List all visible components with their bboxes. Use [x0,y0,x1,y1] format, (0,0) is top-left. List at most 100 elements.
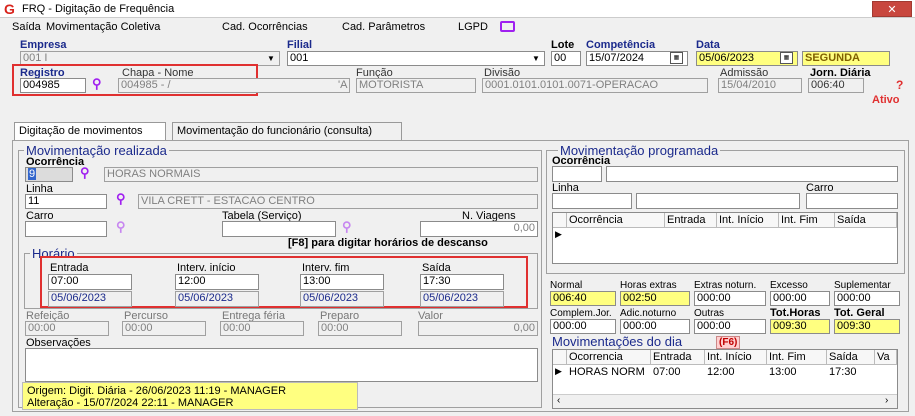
grid-header: Int. Fim [779,213,835,228]
interv-fim-time-field[interactable]: 13:00 [300,274,384,290]
calendar-icon[interactable]: ▦ [780,52,793,64]
search-icon[interactable]: ⚲ [116,191,126,207]
normal-field: 006:40 [550,291,616,306]
row-pointer-icon: ▶ [555,229,562,239]
prog-ocorrencia-code [552,166,602,182]
f6-badge: (F6) [716,336,741,349]
tot-geral-label: Tot. Geral [834,307,885,319]
valor-field[interactable]: 0,00 [418,321,538,336]
tot-horas-field: 009:30 [770,319,830,334]
dia-grid[interactable]: Ocorrencia Entrada Int. Início Int. Fim … [552,349,898,409]
prog-carro-field [806,193,898,209]
data-label: Data [696,39,720,51]
ocorrencia-desc-field: HORAS NORMAIS [104,167,538,182]
tab-digitacao[interactable]: Digitação de movimentos [14,122,166,140]
entrada-label: Entrada [50,262,89,274]
interv-inicio-label: Interv. início [177,262,236,274]
horizontal-scrollbar[interactable]: ‹ › [553,394,897,408]
grid-corner [553,350,567,365]
chapa-nome-field: 004985 - / [118,78,350,93]
scroll-right-icon[interactable]: › [885,395,888,406]
refeicao-field[interactable]: 00:00 [25,321,109,336]
table-cell[interactable]: 12:00 [705,365,767,379]
complem-label: Complem.Jor. [550,308,612,319]
excesso-field: 000:00 [770,291,830,306]
table-cell[interactable]: 17:30 [827,365,875,379]
viagens-field[interactable]: 0,00 [420,221,538,237]
scroll-left-icon[interactable]: ‹ [557,395,560,406]
complem-field: 000:00 [550,319,616,334]
search-icon[interactable]: ⚲ [116,219,126,235]
outras-field: 000:00 [694,319,766,334]
tot-geral-field: 009:30 [834,319,900,334]
search-icon[interactable]: ⚲ [80,165,90,181]
divisao-field: 0001.0101.0101.0071-OPERACAO [482,78,708,93]
interv-fim-date-field[interactable]: 05/06/2023 [300,291,384,307]
jornada-field: 006:40 [808,78,864,93]
interv-inicio-date-field[interactable]: 05/06/2023 [175,291,259,307]
table-cell[interactable]: HORAS NORM [567,365,651,379]
horas-extras-label: Horas extras [620,280,677,291]
table-cell[interactable]: 07:00 [651,365,705,379]
empresa-label: Empresa [20,39,67,51]
adic-noturno-field: 000:00 [620,319,690,334]
excesso-label: Excesso [770,280,808,291]
filial-field[interactable]: 001 [287,51,545,66]
tot-horas-label: Tot.Horas [770,307,821,319]
search-icon[interactable]: ⚲ [92,76,102,92]
chat-icon[interactable] [500,21,515,32]
row-pointer-icon: ▶ [555,366,562,376]
saida-date-field[interactable]: 05/06/2023 [420,291,504,307]
menu-cad-parametros[interactable]: Cad. Parâmetros [342,21,425,33]
menu-movimentacao-coletiva[interactable]: Movimentação Coletiva [46,21,160,33]
alteracao-text: Alteração - 15/07/2024 22:11 - MANAGER [27,397,234,409]
entrada-time-field[interactable]: 07:00 [48,274,132,290]
programada-grid[interactable]: Ocorrência Entrada Int. Início Int. Fim … [552,212,898,264]
grid-header: Entrada [665,213,717,228]
help-button[interactable]: ? [896,78,903,92]
competencia-label: Competência [586,39,656,51]
observacoes-field[interactable] [25,348,538,382]
grid-header: Int. Início [717,213,779,228]
calendar-icon[interactable]: ▦ [670,52,683,64]
extras-noturn-label: Extras noturn. [694,280,757,291]
preparo-field[interactable]: 00:00 [318,321,402,336]
interv-inicio-time-field[interactable]: 12:00 [175,274,259,290]
grid-header: Ocorrencia [567,350,651,365]
entrada-date-field[interactable]: 05/06/2023 [48,291,132,307]
outras-label: Outras [694,308,725,319]
funcao-field: MOTORISTA [356,78,476,93]
ocorrencia-code-field[interactable]: 9 [25,167,73,182]
saida-time-field[interactable]: 17:30 [420,274,504,290]
adic-noturno-label: Adic.noturno [620,308,677,319]
grid-header: Saída [827,350,875,365]
tab-movimentacao-funcionario[interactable]: Movimentação do funcionário (consulta) [172,122,402,140]
admissao-field: 15/04/2010 [718,78,802,93]
search-icon[interactable]: ⚲ [342,219,352,235]
grid-header: Entrada [651,350,705,365]
audit-info-box: Origem: Digit. Diária - 26/06/2023 11:19… [22,382,358,410]
menu-lgpd[interactable]: LGPD [458,21,488,33]
percurso-field[interactable]: 00:00 [122,321,206,336]
menu-cad-ocorrencias[interactable]: Cad. Ocorrências [222,21,308,33]
carro-field[interactable] [25,221,107,237]
registro-field[interactable]: 004985 [20,78,86,93]
chevron-down-icon[interactable]: ▼ [529,52,543,65]
weekday-field: SEGUNDA [802,51,890,66]
chevron-down-icon[interactable]: ▼ [264,52,278,65]
origem-text: Origem: Digit. Diária - 26/06/2023 11:19… [27,385,287,397]
table-cell[interactable]: 13:00 [767,365,827,379]
lote-field[interactable]: 00 [551,51,581,66]
f8-hint: [F8] para digitar horários de descanso [288,237,488,249]
entrega-field[interactable]: 00:00 [220,321,304,336]
dia-title: Movimentações do dia [550,334,685,349]
saida-label: Saída [422,262,451,274]
tabela-field[interactable] [222,221,336,237]
linha-code-field[interactable]: 11 [25,194,107,209]
ocorrencia-code-value: 9 [28,168,37,180]
menu-saida[interactable]: Saída [12,21,41,33]
close-button[interactable]: ✕ [872,1,912,17]
grid-header: Saída [835,213,897,228]
linha-desc-field: VILA CRETT - ESTACAO CENTRO [138,194,538,209]
prog-ocorrencia-desc [606,166,898,182]
